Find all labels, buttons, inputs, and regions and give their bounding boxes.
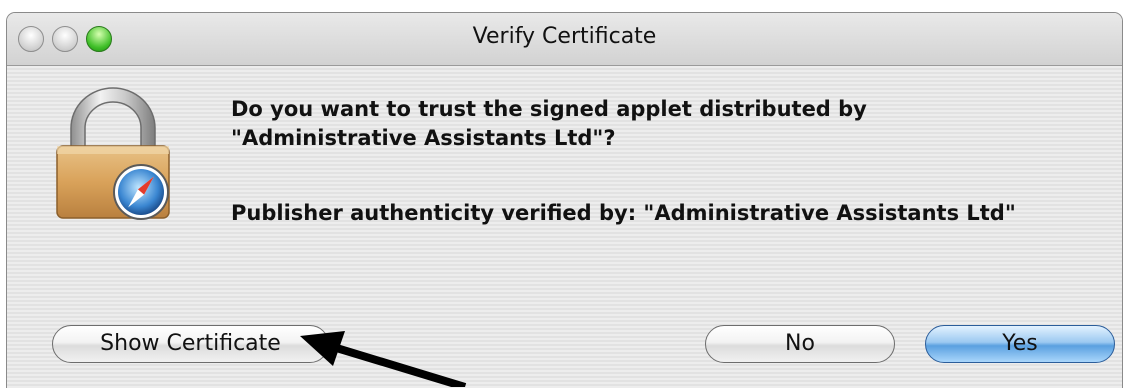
no-button[interactable]: No	[705, 325, 895, 363]
show-certificate-button[interactable]: Show Certificate	[52, 325, 329, 363]
publisher-verified-text: Publisher authenticity verified by: "Adm…	[231, 201, 1016, 225]
lock-icon	[56, 87, 170, 220]
trust-question-text: Do you want to trust the signed applet d…	[231, 97, 867, 150]
dialog-content: Do you want to trust the signed applet d…	[7, 66, 1122, 388]
yes-button[interactable]: Yes	[925, 325, 1115, 363]
verify-certificate-window: Verify Certificate Do you want to trust …	[6, 12, 1123, 388]
title-bar: Verify Certificate	[7, 13, 1122, 66]
window-title: Verify Certificate	[472, 24, 657, 49]
